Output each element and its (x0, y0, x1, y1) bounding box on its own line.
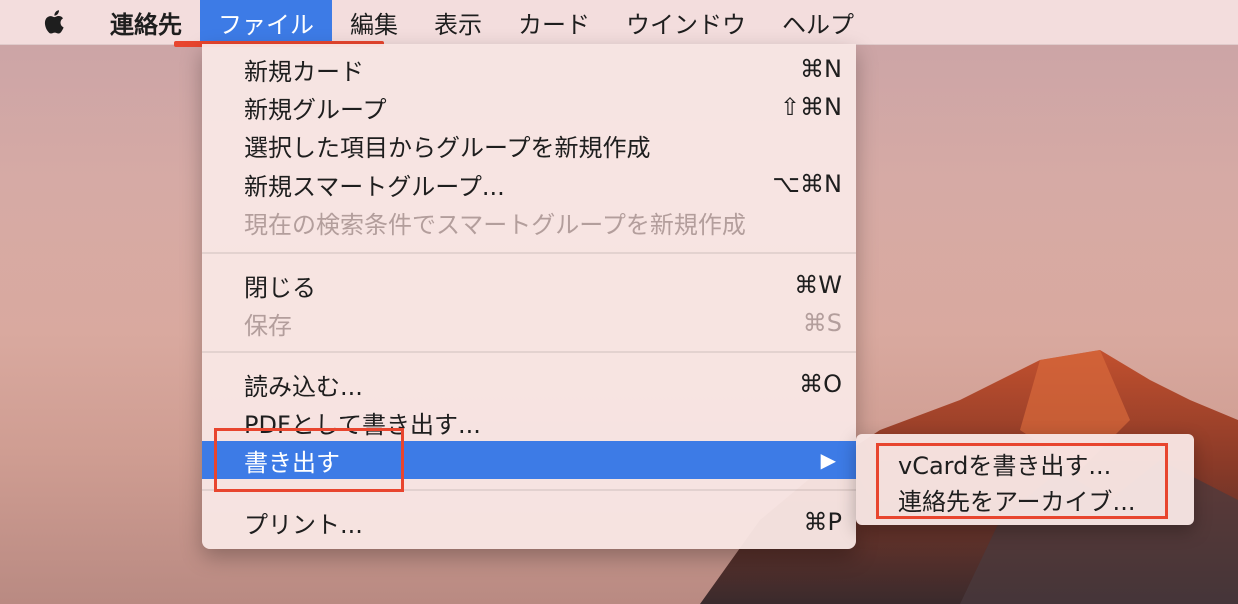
menu-item-label: 新規スマートグループ... (244, 172, 505, 201)
menu-item-label: 選択した項目からグループを新規作成 (244, 133, 651, 162)
shortcut-label: ⌘P (803, 508, 842, 536)
shortcut-label: ⌘N (800, 55, 842, 83)
menubar-window[interactable]: ウインドウ (608, 0, 764, 44)
shortcut-label: ⌘O (799, 370, 842, 398)
shortcut-label: ⌘S (802, 309, 842, 337)
menu-item-label: 保存 (244, 311, 292, 340)
menu-item-new-smart-group-from-search: 現在の検索条件でスマートグループを新規作成 (202, 203, 856, 241)
menu-item-label: 閉じる (244, 273, 316, 302)
shortcut-label: ⌘W (794, 271, 842, 299)
menu-item-new-group[interactable]: 新規グループ ⇧⌘N (202, 88, 856, 126)
menu-item-new-group-from-selection[interactable]: 選択した項目からグループを新規作成 (202, 126, 856, 164)
shortcut-label: ⌥⌘N (772, 170, 842, 198)
menu-separator (202, 351, 856, 353)
shortcut-label: ⇧⌘N (779, 93, 842, 121)
menu-separator (202, 252, 856, 254)
menu-bar: 連絡先 ファイル 編集 表示 カード ウインドウ ヘルプ (0, 0, 1238, 45)
menubar-file[interactable]: ファイル (200, 0, 332, 44)
menu-item-save: 保存 ⌘S (202, 304, 856, 342)
menubar-help[interactable]: ヘルプ (764, 0, 872, 44)
menu-item-label: 現在の検索条件でスマートグループを新規作成 (244, 210, 746, 239)
menu-item-label: 読み込む... (244, 372, 363, 401)
menu-item-close[interactable]: 閉じる ⌘W (202, 266, 856, 304)
menubar-card[interactable]: カード (500, 0, 608, 44)
menubar-view[interactable]: 表示 (416, 0, 500, 44)
menu-item-new-card[interactable]: 新規カード ⌘N (202, 50, 856, 88)
annotation-box-submenu (876, 443, 1168, 519)
annotation-box-export (214, 428, 404, 492)
menubar-edit[interactable]: 編集 (332, 0, 416, 44)
menu-item-print[interactable]: プリント... ⌘P (202, 503, 856, 541)
menu-item-label: プリント... (244, 510, 363, 539)
menu-item-label: 新規カード (244, 57, 364, 86)
menu-item-import[interactable]: 読み込む... ⌘O (202, 365, 856, 403)
menu-item-new-smart-group[interactable]: 新規スマートグループ... ⌥⌘N (202, 165, 856, 203)
menubar-app-contacts[interactable]: 連絡先 (92, 0, 200, 44)
apple-logo-icon[interactable] (40, 7, 70, 37)
menu-item-label: 新規グループ (244, 95, 387, 124)
triangle-right-icon: ▶ (820, 448, 836, 472)
